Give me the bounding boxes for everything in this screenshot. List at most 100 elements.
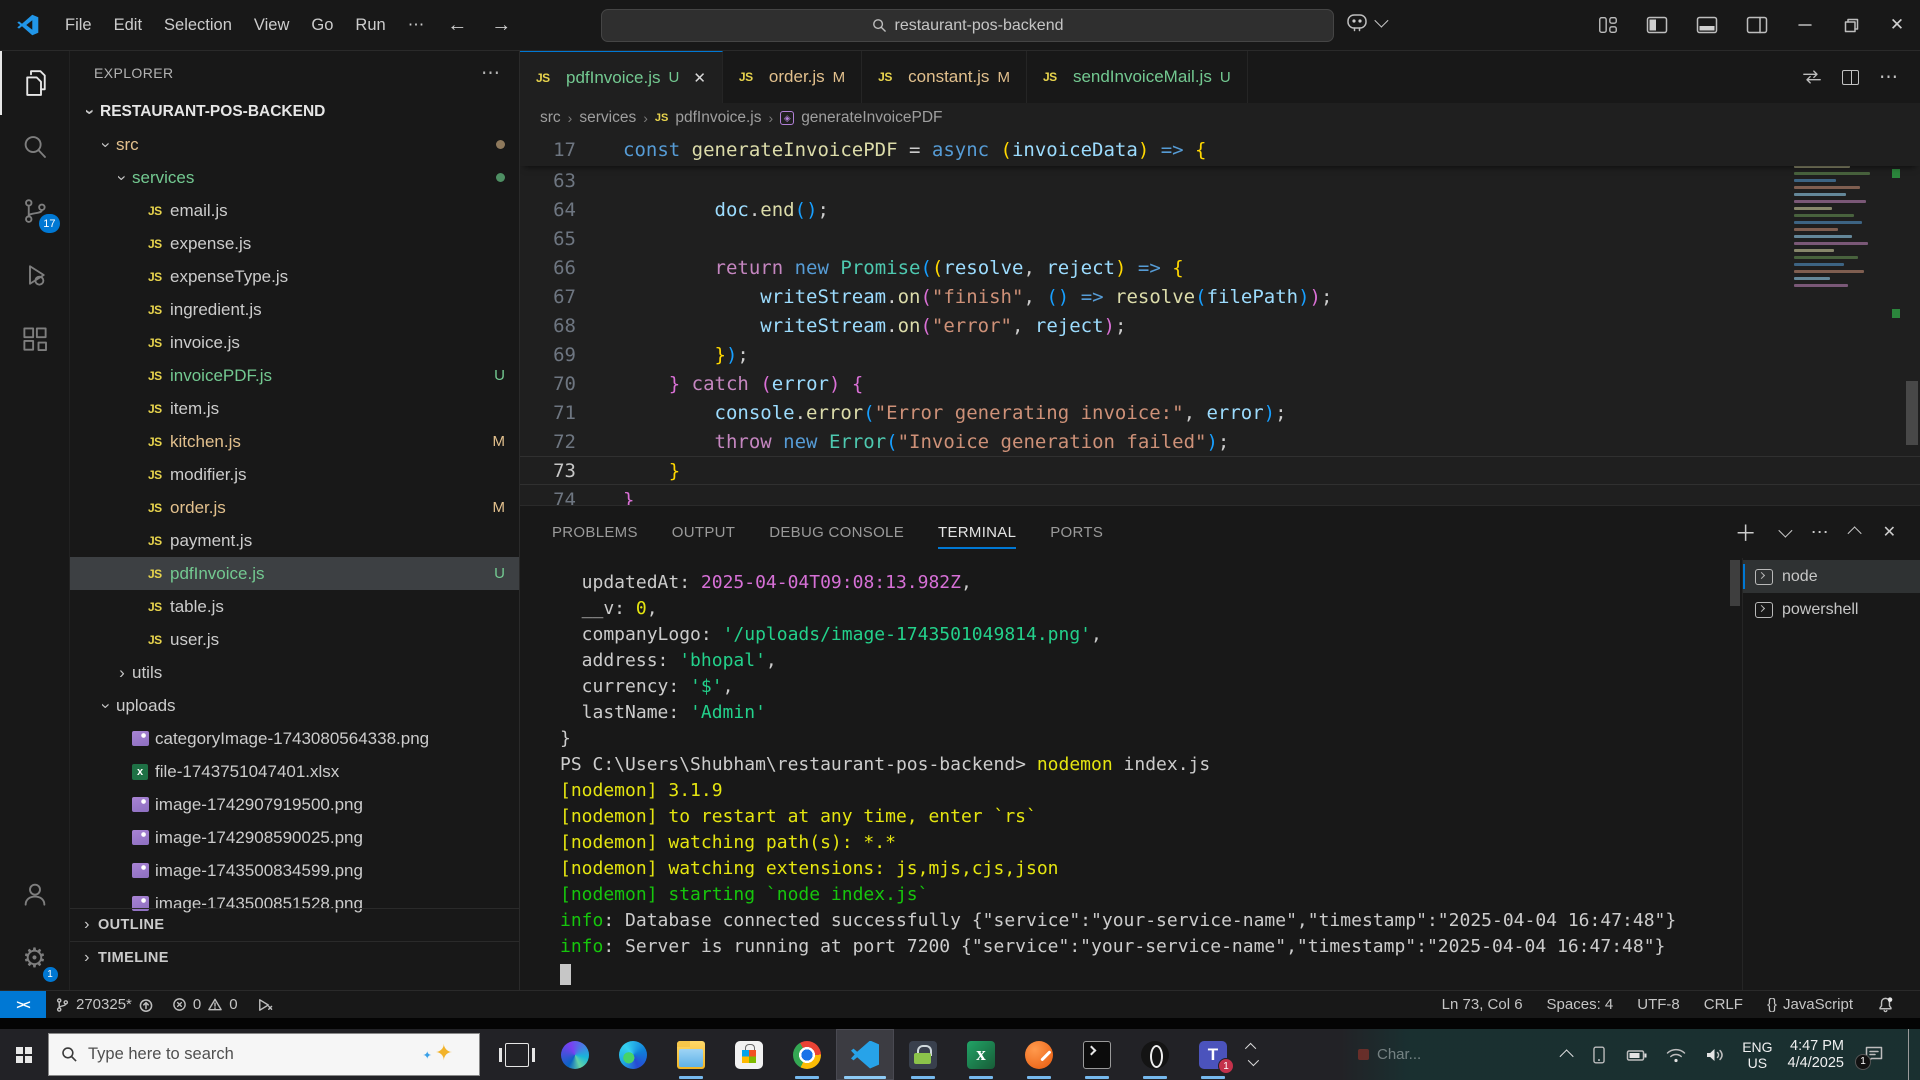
taskbar-file-explorer[interactable] bbox=[662, 1029, 720, 1080]
maximize-panel-icon[interactable] bbox=[1847, 526, 1862, 541]
toggle-secondary-sidebar-icon[interactable] bbox=[1745, 14, 1769, 36]
taskbar-terminal-app[interactable] bbox=[1068, 1029, 1126, 1080]
tree-item-modifier.js[interactable]: JS modifier.js bbox=[70, 458, 519, 491]
taskbar-task-view[interactable] bbox=[488, 1029, 546, 1080]
taskbar-pen-app[interactable] bbox=[1010, 1029, 1068, 1080]
taskbar-scroll-chevrons[interactable] bbox=[1244, 1042, 1260, 1067]
encoding[interactable]: UTF-8 bbox=[1625, 996, 1692, 1013]
close-panel-icon[interactable]: ✕ bbox=[1883, 522, 1896, 542]
settings-button[interactable]: ⚙ 1 bbox=[0, 926, 70, 990]
sticky-scroll-line[interactable]: 17 const generateInvoicePDF = async (invo… bbox=[520, 133, 1920, 166]
terminal-output[interactable]: updatedAt: 2025-04-04T09:08:13.982Z, __v… bbox=[520, 558, 1742, 990]
wifi-icon[interactable] bbox=[1664, 1044, 1688, 1066]
taskbar-teams[interactable]: 1 bbox=[1184, 1029, 1242, 1080]
background-window-button[interactable]: Char... bbox=[1358, 1029, 1421, 1080]
scrollbar-thumb[interactable] bbox=[1906, 381, 1918, 445]
taskbar-lock-app[interactable] bbox=[894, 1029, 952, 1080]
tree-item-image-1742908590025.png[interactable]: image-1742908590025.png bbox=[70, 821, 519, 854]
menu-more[interactable]: ⋯ bbox=[397, 15, 436, 35]
device-icon[interactable] bbox=[1588, 1044, 1610, 1066]
activity-explorer[interactable] bbox=[0, 51, 70, 115]
tree-item-expenseType.js[interactable]: JS expenseType.js bbox=[70, 260, 519, 293]
volume-icon[interactable] bbox=[1703, 1044, 1727, 1066]
breadcrumb-item-pdfInvoice.js[interactable]: pdfInvoice.js bbox=[675, 109, 761, 127]
notifications-bell[interactable] bbox=[1865, 996, 1906, 1013]
taskbar-search[interactable]: Type here to search ✦ bbox=[48, 1033, 480, 1076]
toggle-sidebar-icon[interactable] bbox=[1645, 14, 1669, 36]
section-outline[interactable]: › OUTLINE bbox=[70, 908, 519, 941]
taskbar-copilot[interactable] bbox=[546, 1029, 604, 1080]
breadcrumb-item-services[interactable]: services bbox=[579, 109, 636, 127]
minimap[interactable] bbox=[1788, 133, 1886, 433]
battery-icon[interactable] bbox=[1625, 1044, 1649, 1066]
toggle-panel-icon[interactable] bbox=[1695, 14, 1719, 36]
compare-changes-icon[interactable] bbox=[1802, 68, 1822, 86]
tree-item-user.js[interactable]: JS user.js bbox=[70, 623, 519, 656]
tree-item-pdfInvoice.js[interactable]: JS pdfInvoice.js U bbox=[70, 557, 519, 590]
search-highlights-icon[interactable]: ✦ bbox=[422, 1040, 453, 1066]
minimize-button[interactable] bbox=[1782, 0, 1828, 51]
tree-item-email.js[interactable]: JS email.js bbox=[70, 194, 519, 227]
problems-status[interactable]: 0 0 bbox=[163, 991, 247, 1018]
tree-item-invoicePDF.js[interactable]: JS invoicePDF.js U bbox=[70, 359, 519, 392]
git-branch-status[interactable]: 270325* bbox=[46, 991, 163, 1018]
copilot-button[interactable] bbox=[1345, 11, 1389, 33]
code-lines[interactable]: 63 64 doc.end(); 65 66 return new Promise((… bbox=[520, 166, 1920, 506]
tree-item-services[interactable]: › services bbox=[70, 161, 519, 194]
breadcrumb-item-src[interactable]: src bbox=[540, 109, 561, 127]
show-desktop-button[interactable] bbox=[1908, 1029, 1912, 1080]
close-icon[interactable]: ✕ bbox=[693, 69, 706, 87]
customize-layout-icon[interactable] bbox=[1597, 14, 1619, 36]
panel-tab-ports[interactable]: PORTS bbox=[1050, 506, 1103, 558]
terminal-dropdown-icon[interactable] bbox=[1777, 523, 1793, 538]
menu-view[interactable]: View bbox=[243, 16, 300, 35]
menu-edit[interactable]: Edit bbox=[103, 16, 153, 35]
breadcrumb[interactable]: src › services › JS pdfInvoice.js › ◈ generateIn… bbox=[520, 103, 1920, 133]
taskbar-store[interactable] bbox=[720, 1029, 778, 1080]
tree-item-table.js[interactable]: JS table.js bbox=[70, 590, 519, 623]
account-button[interactable] bbox=[0, 862, 70, 926]
terminal-node[interactable]: node bbox=[1743, 560, 1920, 593]
activity-extensions[interactable] bbox=[0, 307, 70, 371]
tree-item-image-1743500834599.png[interactable]: image-1743500834599.png bbox=[70, 854, 519, 887]
close-button[interactable]: ✕ bbox=[1874, 0, 1920, 51]
notification-center[interactable]: 1 bbox=[1855, 1040, 1889, 1070]
taskbar-excel[interactable] bbox=[952, 1029, 1010, 1080]
scrollbar-thumb[interactable] bbox=[1730, 560, 1740, 606]
tree-item-image-1742907919500.png[interactable]: image-1742907919500.png bbox=[70, 788, 519, 821]
activity-source-control[interactable]: 17 bbox=[0, 179, 70, 243]
restore-button[interactable] bbox=[1828, 0, 1874, 51]
new-terminal-icon[interactable]: ＋ bbox=[1735, 516, 1757, 548]
tree-item-item.js[interactable]: JS item.js bbox=[70, 392, 519, 425]
back-arrow-icon[interactable]: ← bbox=[435, 14, 479, 37]
tab-order.js[interactable]: JS order.js M bbox=[722, 51, 863, 103]
tree-item-payment.js[interactable]: JS payment.js bbox=[70, 524, 519, 557]
tab-pdfInvoice.js[interactable]: JS pdfInvoice.js U ✕ bbox=[520, 51, 723, 103]
tree-item-expense.js[interactable]: JS expense.js bbox=[70, 227, 519, 260]
debug-status[interactable] bbox=[247, 991, 282, 1018]
panel-tab-debug-console[interactable]: DEBUG CONSOLE bbox=[769, 506, 904, 558]
remote-indicator[interactable]: >< bbox=[0, 991, 46, 1018]
editor-more-icon[interactable]: ⋯ bbox=[1879, 66, 1898, 89]
tree-item-src[interactable]: › src bbox=[70, 128, 519, 161]
section-timeline[interactable]: › TIMELINE bbox=[70, 941, 519, 974]
language-mode[interactable]: {} JavaScript bbox=[1755, 996, 1865, 1013]
terminal-scrollbar[interactable] bbox=[1730, 558, 1740, 990]
tree-item-ingredient.js[interactable]: JS ingredient.js bbox=[70, 293, 519, 326]
indentation[interactable]: Spaces: 4 bbox=[1535, 996, 1626, 1013]
tree-item-file-1743751047401.xlsx[interactable]: x file-1743751047401.xlsx bbox=[70, 755, 519, 788]
taskbar-chrome[interactable] bbox=[778, 1029, 836, 1080]
tab-constant.js[interactable]: JS constant.js M bbox=[862, 51, 1027, 103]
menu-selection[interactable]: Selection bbox=[153, 16, 243, 35]
start-button[interactable] bbox=[0, 1029, 48, 1080]
editor-scrollbar[interactable] bbox=[1906, 133, 1918, 505]
breadcrumb-item-generateInvoicePDF[interactable]: generateInvoicePDF bbox=[801, 109, 942, 127]
forward-arrow-icon[interactable]: → bbox=[479, 14, 523, 37]
panel-more-icon[interactable]: ⋯ bbox=[1811, 522, 1829, 543]
tree-item-order.js[interactable]: JS order.js M bbox=[70, 491, 519, 524]
activity-run-debug[interactable] bbox=[0, 243, 70, 307]
clock[interactable]: 4:47 PM 4/4/2025 bbox=[1788, 1038, 1844, 1072]
split-editor-icon[interactable] bbox=[1842, 69, 1859, 85]
menu-file[interactable]: File bbox=[54, 16, 103, 35]
tree-item-invoice.js[interactable]: JS invoice.js bbox=[70, 326, 519, 359]
